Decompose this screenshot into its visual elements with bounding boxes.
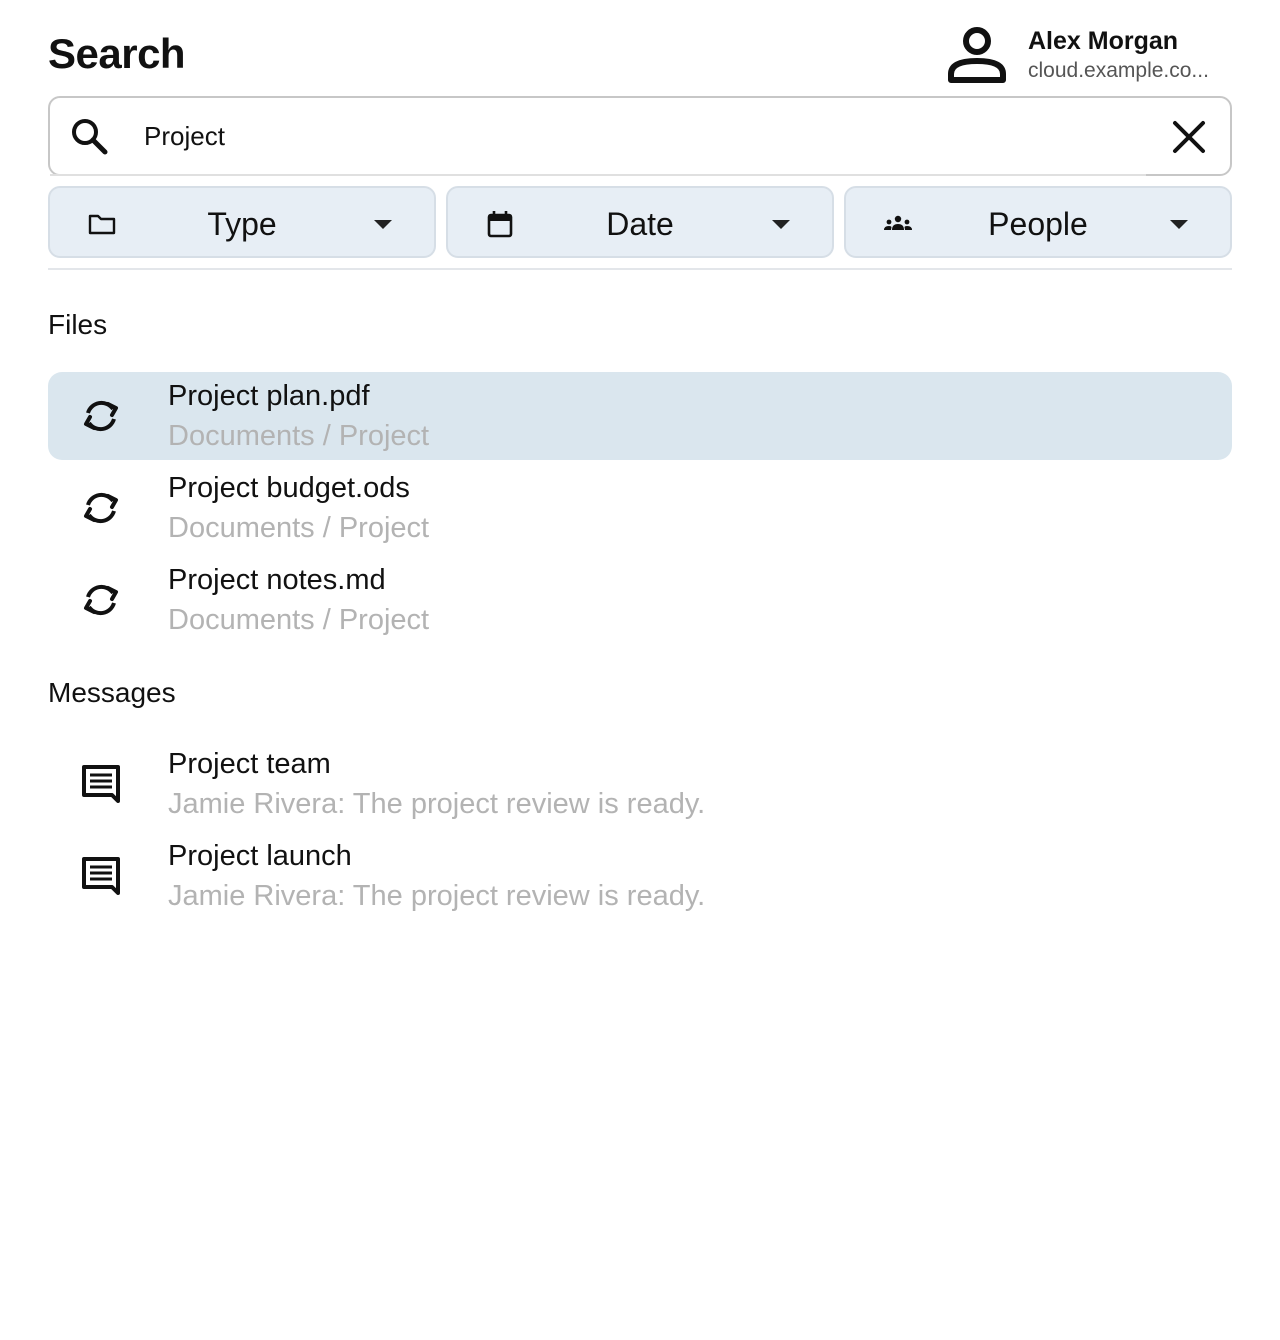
message-result-preview: Jamie Rivera: The project review is read… bbox=[168, 880, 706, 912]
account-server: cloud.example.co... bbox=[1028, 59, 1209, 82]
message-result-title: Project launch bbox=[168, 840, 352, 872]
clear-search-button[interactable] bbox=[1164, 112, 1214, 162]
close-icon bbox=[1173, 121, 1205, 153]
divider bbox=[48, 268, 1232, 270]
file-result-title: Project plan.pdf bbox=[168, 380, 370, 412]
chevron-down-icon bbox=[374, 220, 392, 229]
filter-people-dropdown[interactable]: People bbox=[844, 186, 1232, 258]
filter-bar: Type Date People bbox=[48, 186, 1232, 258]
file-result-path: Documents / Project bbox=[168, 420, 430, 452]
file-result-title: Project budget.ods bbox=[168, 472, 410, 504]
sync-icon bbox=[78, 577, 124, 623]
chevron-down-icon bbox=[772, 220, 790, 229]
chat-icon bbox=[78, 761, 124, 807]
search-underline bbox=[50, 174, 1146, 176]
file-result-path: Documents / Project bbox=[168, 512, 430, 544]
chat-icon bbox=[78, 853, 124, 899]
file-result-item[interactable]: Project budget.ods Documents / Project bbox=[48, 464, 1232, 552]
message-result-item[interactable]: Project team Jamie Rivera: The project r… bbox=[48, 740, 1232, 828]
file-result-item[interactable]: Project notes.md Documents / Project bbox=[48, 556, 1232, 644]
user-avatar-icon bbox=[946, 24, 1008, 86]
sync-icon bbox=[78, 393, 124, 439]
sync-icon bbox=[78, 485, 124, 531]
filter-date-dropdown[interactable]: Date bbox=[446, 186, 834, 258]
section-title-messages: Messages bbox=[48, 677, 176, 708]
search-box bbox=[48, 96, 1232, 176]
account-switcher[interactable]: Alex Morgan cloud.example.co... bbox=[946, 24, 1232, 86]
search-input[interactable] bbox=[144, 116, 1144, 156]
account-name: Alex Morgan bbox=[1028, 27, 1179, 55]
search-icon bbox=[68, 115, 110, 157]
chevron-down-icon bbox=[1170, 220, 1188, 229]
file-result-title: Project notes.md bbox=[168, 564, 386, 596]
message-result-item[interactable]: Project launch Jamie Rivera: The project… bbox=[48, 832, 1232, 920]
message-result-title: Project team bbox=[168, 748, 331, 780]
section-title-files: Files bbox=[48, 309, 108, 340]
file-result-item[interactable]: Project plan.pdf Documents / Project bbox=[48, 372, 1232, 460]
message-result-preview: Jamie Rivera: The project review is read… bbox=[168, 788, 706, 820]
file-result-path: Documents / Project bbox=[168, 604, 430, 636]
header: Search Alex Morgan cloud.example.co... bbox=[48, 24, 1232, 86]
page-title: Search bbox=[48, 30, 186, 77]
filter-type-dropdown[interactable]: Type bbox=[48, 186, 436, 258]
